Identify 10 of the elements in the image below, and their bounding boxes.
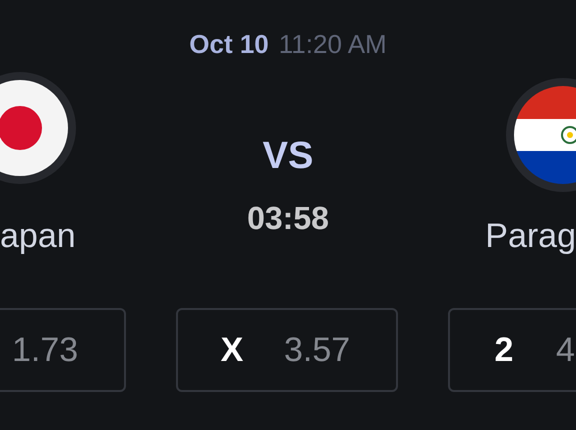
countdown-timer: 03:58 <box>247 199 329 238</box>
team-name: apan <box>0 216 76 256</box>
japan-flag-icon <box>0 80 68 176</box>
team-name: Parag <box>485 216 576 256</box>
odds-button[interactable]: 1.73 <box>0 308 126 392</box>
vs-label: VS <box>262 134 314 178</box>
match-date: Oct 10 <box>189 28 269 60</box>
match-time: 11:20 AM <box>278 28 387 60</box>
odds-button[interactable]: 2 4 <box>448 308 576 392</box>
odds-button[interactable]: X 3.57 <box>176 308 398 392</box>
